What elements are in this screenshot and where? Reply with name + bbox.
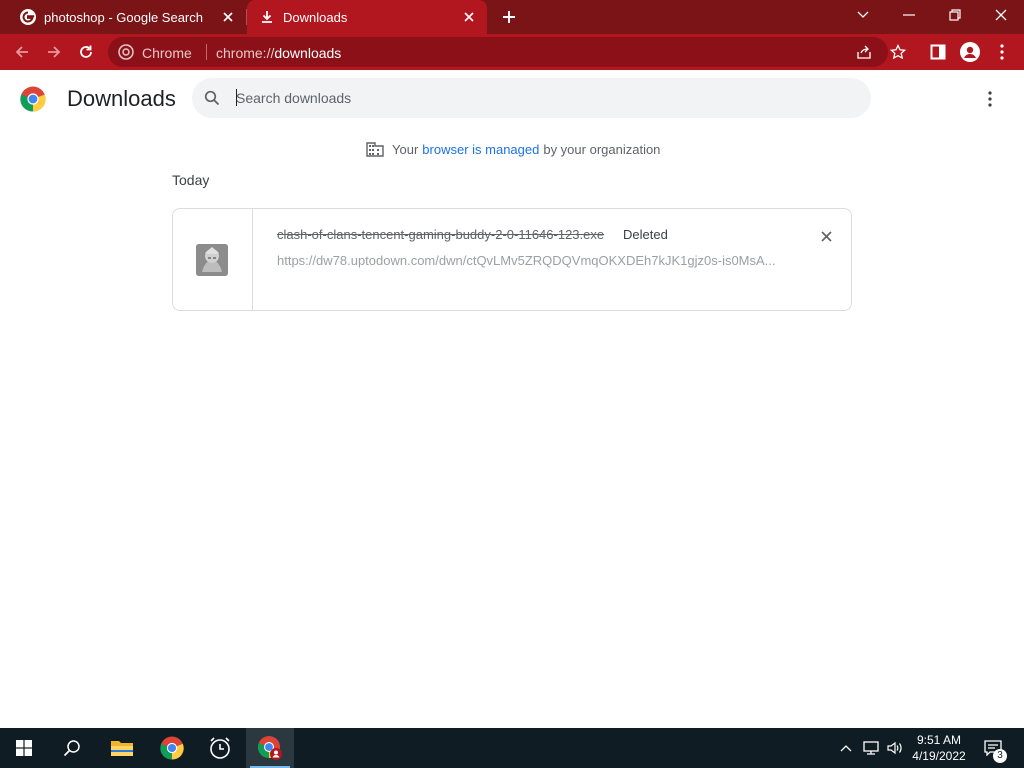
download-icon: [262, 11, 272, 23]
minimize-icon: [903, 14, 915, 16]
download-status: Deleted: [623, 227, 668, 242]
omnibox-url[interactable]: chrome://downloads: [216, 45, 341, 61]
arrow-left-icon: [15, 46, 28, 58]
kebab-menu-icon: [988, 91, 992, 107]
omnibox-chip: Chrome: [142, 45, 192, 61]
close-icon: [820, 230, 832, 242]
taskbar-clock[interactable]: 9:51 AM 4/19/2022: [902, 732, 976, 764]
taskbar-search-button[interactable]: [48, 728, 96, 768]
tab-google-search[interactable]: photoshop - Google Search: [8, 0, 246, 34]
show-hidden-icons-button[interactable]: [836, 728, 856, 768]
alarms-clock-icon: [210, 737, 230, 759]
reload-button[interactable]: [72, 38, 100, 66]
minimize-button[interactable]: [886, 0, 932, 30]
tab-strip: photoshop - Google Search Downloads: [0, 0, 1024, 34]
close-tab-icon[interactable]: [461, 9, 477, 25]
profile-button[interactable]: [956, 38, 984, 66]
chrome-icon: [160, 736, 184, 760]
google-g-icon: [20, 9, 36, 25]
taskbar-chrome[interactable]: [148, 728, 196, 768]
clock-date: 4/19/2022: [912, 749, 966, 763]
page-title: Downloads: [67, 86, 176, 111]
chevron-up-icon: [840, 745, 852, 752]
chrome-logo-icon: [20, 86, 46, 112]
close-window-button[interactable]: [978, 0, 1024, 30]
network-icon: [863, 741, 879, 755]
reload-icon: [80, 45, 92, 58]
close-tab-icon[interactable]: [220, 9, 236, 25]
building-icon: [366, 142, 384, 157]
omnibox-separator: [206, 44, 207, 60]
tab-title: photoshop - Google Search: [44, 9, 203, 25]
search-icon: [63, 740, 80, 757]
file-thumbnail-icon: [196, 244, 228, 276]
volume-icon: [887, 741, 902, 755]
download-icon-column: [173, 209, 253, 310]
date-heading: Today: [172, 172, 210, 188]
windows-taskbar: 9:51 AM 4/19/2022 3: [0, 728, 1024, 768]
search-downloads-box[interactable]: [192, 78, 871, 118]
arrow-right-icon: [48, 46, 61, 58]
browser-toolbar: Chrome chrome://downloads: [0, 34, 1024, 70]
side-panel-button[interactable]: [924, 38, 952, 66]
download-source-url[interactable]: https://dw78.uptodown.com/dwn/ctQvLMv5ZR…: [277, 253, 777, 268]
taskbar-file-explorer[interactable]: [98, 728, 146, 768]
restore-icon: [949, 9, 961, 21]
tab-search-button[interactable]: [840, 0, 886, 30]
managed-suffix: by your organization: [543, 141, 661, 157]
start-button[interactable]: [0, 728, 48, 768]
url-host: downloads: [274, 45, 342, 61]
browser-menu-button[interactable]: [988, 38, 1016, 66]
chevron-down-icon: [857, 11, 869, 18]
managed-notice: Your browser is managed by your organiza…: [366, 140, 660, 158]
back-button[interactable]: [8, 38, 36, 66]
file-explorer-icon: [111, 741, 133, 756]
network-button[interactable]: [860, 728, 882, 768]
new-tab-button[interactable]: [498, 6, 520, 28]
search-icon: [204, 90, 220, 106]
chrome-profile-icon: [257, 736, 282, 760]
downloads-header: Downloads: [0, 70, 1024, 128]
browser-managed-link[interactable]: browser is managed: [422, 142, 539, 157]
tab-downloads[interactable]: Downloads: [247, 0, 487, 34]
close-icon: [995, 9, 1007, 21]
chrome-site-icon[interactable]: [118, 44, 134, 60]
taskbar-chrome-active[interactable]: [246, 728, 294, 768]
bookmark-button[interactable]: [884, 38, 912, 66]
share-button[interactable]: [850, 38, 878, 66]
notification-count-badge: 3: [993, 749, 1007, 763]
side-panel-icon: [930, 44, 946, 60]
more-actions-button[interactable]: [976, 85, 1004, 113]
star-icon: [890, 44, 906, 60]
remove-from-list-button[interactable]: [815, 225, 837, 247]
taskbar-alarms-clock[interactable]: [196, 728, 244, 768]
text-caret: [236, 89, 237, 106]
tab-title: Downloads: [283, 9, 348, 25]
search-input[interactable]: [236, 88, 836, 108]
download-file-name[interactable]: clash-of-clans-tencent-gaming-buddy-2-0-…: [277, 227, 604, 242]
managed-prefix: Your: [392, 141, 419, 157]
kebab-menu-icon: [1000, 44, 1004, 60]
restore-button[interactable]: [932, 0, 978, 30]
plus-icon: [503, 11, 515, 23]
avatar-icon: [960, 42, 980, 62]
url-scheme: chrome://: [216, 45, 275, 61]
address-bar[interactable]: Chrome chrome://downloads: [108, 37, 888, 67]
clock-time: 9:51 AM: [916, 733, 962, 747]
share-icon: [857, 45, 871, 59]
windows-start-icon: [16, 740, 32, 756]
forward-button[interactable]: [40, 38, 68, 66]
download-item: clash-of-clans-tencent-gaming-buddy-2-0-…: [172, 208, 852, 311]
